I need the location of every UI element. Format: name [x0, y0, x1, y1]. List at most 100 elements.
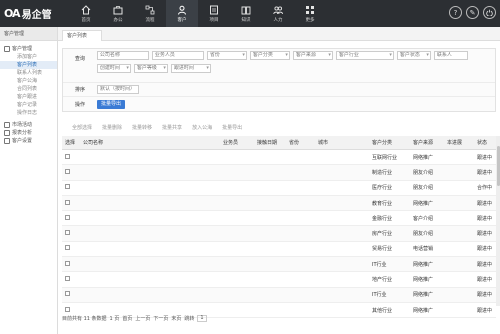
- row-checkbox[interactable]: [65, 306, 70, 312]
- table-row[interactable]: IT行业 网络推广 跟进中: [62, 257, 496, 273]
- cell-source: 朋友介绍: [413, 231, 434, 238]
- cell-category: 医疗行业: [372, 185, 393, 192]
- row-checkbox[interactable]: [65, 260, 70, 266]
- cell-source: 客户介绍: [413, 215, 434, 222]
- col-company[interactable]: 公司名称: [80, 139, 220, 146]
- table-row[interactable]: 互联网行业 网络推广 跟进中: [62, 150, 496, 166]
- flow-icon: [145, 5, 155, 14]
- followup-time-select[interactable]: 跟进时间: [170, 64, 211, 73]
- table-row[interactable]: 金融行业 客户介绍 跟进中: [62, 211, 496, 227]
- row-checkbox-cell: [62, 184, 80, 191]
- created-time-select[interactable]: 创建时间: [96, 64, 131, 73]
- company-name-input[interactable]: 公司名称: [96, 51, 149, 60]
- page-select[interactable]: 1: [197, 314, 207, 322]
- edit-icon[interactable]: ✎: [466, 6, 479, 19]
- first-page-link[interactable]: 首页: [122, 315, 132, 322]
- category-select[interactable]: 客户分类: [249, 51, 290, 60]
- export-button[interactable]: 批量导出: [97, 99, 126, 109]
- help-icon[interactable]: ?: [449, 6, 462, 19]
- level-select[interactable]: 客户等级: [133, 64, 168, 73]
- nav-item-hr[interactable]: 人力: [262, 0, 294, 27]
- cell-status: 跟进中: [477, 246, 493, 253]
- col-city[interactable]: 城市: [315, 139, 369, 146]
- sidebar-item-public-pool[interactable]: 客户公海: [0, 77, 57, 85]
- col-province[interactable]: 省份: [286, 139, 315, 146]
- col-source[interactable]: 客户来源: [410, 139, 444, 146]
- col-owner[interactable]: 业务员: [220, 139, 254, 146]
- prev-page-link[interactable]: 上一页: [135, 315, 150, 322]
- row-checkbox[interactable]: [65, 245, 70, 251]
- table-row[interactable]: 教育行业 网络推广 跟进中: [62, 195, 496, 212]
- order-select[interactable]: 默认（按时间）: [97, 85, 139, 94]
- cell-source: 网络推广: [413, 200, 434, 207]
- row-checkbox[interactable]: [65, 214, 70, 220]
- sidebar-item-contacts[interactable]: 联系人列表: [0, 69, 57, 77]
- province-select[interactable]: 省份: [206, 51, 247, 60]
- filter-order-row: 排序 默认（按时间）: [63, 83, 495, 97]
- row-checkbox[interactable]: [65, 230, 70, 236]
- tab-customer-list[interactable]: 客户列表: [62, 30, 102, 41]
- bulk-share-link[interactable]: 批量共享: [162, 124, 182, 131]
- col-category[interactable]: 客户分类: [369, 139, 410, 146]
- sidebar-item-add-customer[interactable]: 添加客户: [0, 53, 57, 61]
- nav-item-customer[interactable]: 客户: [166, 0, 198, 27]
- table-row[interactable]: IT行业 网络推广 跟进中: [62, 287, 496, 303]
- cell-status: 跟进中: [477, 231, 493, 238]
- record-summary: 目前共有 11 条数据: [62, 315, 107, 322]
- sidebar-item-followup[interactable]: 客户跟进: [0, 93, 57, 101]
- sidebar-item-logs[interactable]: 操作日志: [0, 109, 57, 117]
- cell-status: 跟进中: [477, 277, 493, 284]
- table-row[interactable]: 制造行业 朋友介绍 跟进中: [62, 165, 496, 181]
- bulk-export-link[interactable]: 批量导出: [222, 124, 242, 131]
- bulk-transfer-link[interactable]: 批量转移: [132, 124, 152, 131]
- nav-item-flow[interactable]: 流程: [134, 0, 166, 27]
- sidebar-group-marketing[interactable]: 市场活动: [0, 121, 57, 129]
- table-row[interactable]: 贸易行业 电话营销 跟进中: [62, 242, 496, 258]
- owner-input[interactable]: 业务人员: [151, 51, 204, 60]
- app-logo[interactable]: OA 易企管: [4, 5, 52, 22]
- power-icon[interactable]: [483, 6, 496, 19]
- sidebar-item-contracts[interactable]: 合同列表: [0, 85, 57, 93]
- sidebar-group-reports[interactable]: 报表分析: [0, 129, 57, 137]
- cell-source: 朋友介绍: [413, 169, 434, 176]
- row-checkbox-cell: [62, 230, 80, 237]
- col-status[interactable]: 状态: [474, 139, 496, 146]
- select-all-link[interactable]: 全部选择: [72, 124, 92, 131]
- nav-item-project[interactable]: 项目: [198, 0, 230, 27]
- scrollbar[interactable]: [496, 136, 500, 306]
- source-select[interactable]: 客户来源: [292, 51, 333, 60]
- contact-input[interactable]: 联系人: [433, 51, 468, 60]
- row-checkbox-cell: [62, 214, 80, 222]
- col-date[interactable]: 接触日期: [254, 139, 286, 146]
- row-checkbox[interactable]: [65, 168, 70, 174]
- industry-select[interactable]: 客户行业: [335, 51, 394, 60]
- sidebar-group-customer[interactable]: 客户管理: [0, 45, 57, 53]
- row-checkbox[interactable]: [65, 276, 70, 282]
- nav-label: 知识: [241, 17, 251, 23]
- sidebar-item-customer-list[interactable]: 客户列表: [0, 61, 57, 69]
- table-row[interactable]: 房产行业 朋友介绍 跟进中: [62, 226, 496, 242]
- row-checkbox[interactable]: [65, 184, 70, 190]
- col-progress[interactable]: 本进展: [444, 139, 474, 146]
- sidebar-group-settings[interactable]: 客户设置: [0, 137, 57, 145]
- cell-category: 房产行业: [372, 231, 393, 238]
- bulk-delete-link[interactable]: 批量删除: [102, 124, 122, 131]
- table-row[interactable]: 医疗行业 朋友介绍 合作中: [62, 181, 496, 196]
- query-controls: 公司名称 业务人员 省份 客户分类 客户来源 客户行业 客户状态 联系人 创建时…: [96, 49, 495, 77]
- row-checkbox[interactable]: [65, 199, 70, 205]
- last-page-link[interactable]: 末页: [171, 315, 181, 322]
- nav-item-knowledge[interactable]: 知识: [230, 0, 262, 27]
- stage-select[interactable]: 客户状态: [396, 51, 431, 60]
- nav-item-office[interactable]: 办公: [102, 0, 134, 27]
- row-checkbox-cell: [62, 199, 80, 207]
- table-row[interactable]: 地产行业 网络推广 跟进中: [62, 272, 496, 288]
- pagination: 目前共有 11 条数据 1 页 首页 上一页 下一页 末页 跳转 1: [62, 312, 496, 324]
- filter-action-row: 操作 批量导出: [63, 97, 495, 111]
- next-page-link[interactable]: 下一页: [153, 315, 168, 322]
- nav-item-home[interactable]: 首页: [70, 0, 102, 27]
- row-checkbox[interactable]: [65, 153, 70, 159]
- to-pool-link[interactable]: 放入公海: [192, 124, 212, 131]
- row-checkbox[interactable]: [65, 291, 70, 297]
- nav-item-more[interactable]: 更多: [294, 0, 326, 27]
- sidebar-item-records[interactable]: 客户记录: [0, 101, 57, 109]
